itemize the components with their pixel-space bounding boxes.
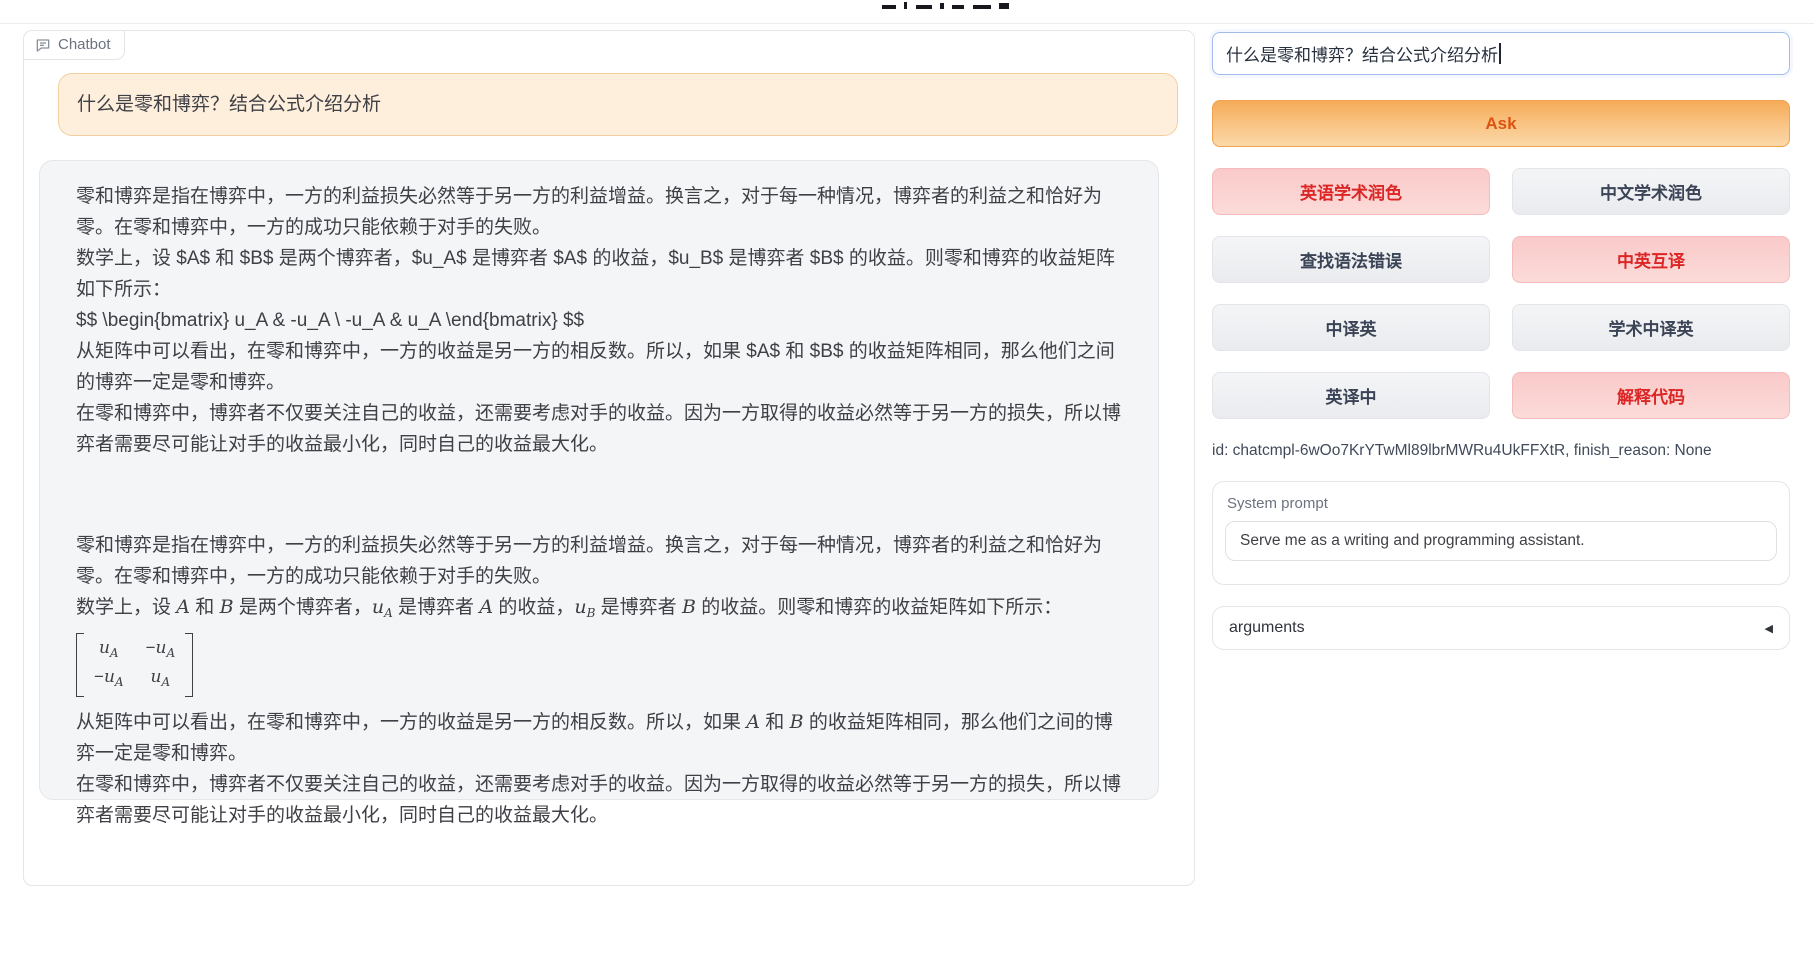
bot-rendered-paragraph: 在零和博弈中，博弈者不仅要关注自己的收益，还需要考虑对手的收益。因为一方取得的收…: [76, 769, 1122, 831]
bot-message-raw-markdown: 零和博弈是指在博弈中，一方的利益损失必然等于另一方的利益增益。换言之，对于每一种…: [76, 181, 1122, 460]
system-prompt-value: Serve me as a writing and programming as…: [1240, 532, 1585, 550]
bot-rendered-paragraph: 零和博弈是指在博弈中，一方的利益损失必然等于另一方的利益增益。换言之，对于每一种…: [76, 530, 1122, 592]
math-var: u: [372, 596, 384, 618]
chatbot-label: Chatbot: [24, 31, 125, 60]
quick-button-academic-zh-to-en[interactable]: 学术中译英: [1512, 304, 1790, 351]
system-prompt-label: System prompt: [1227, 495, 1777, 512]
quick-button-zh-to-en[interactable]: 中译英: [1212, 304, 1490, 351]
math-var: A: [746, 711, 760, 733]
user-message-text: 什么是零和博弈？结合公式介绍分析: [77, 89, 381, 120]
quick-button-explain-code[interactable]: 解释代码: [1512, 372, 1790, 419]
quick-button-zh-en-mutual-translate[interactable]: 中英互译: [1512, 236, 1790, 283]
math-var: B: [790, 711, 804, 733]
bot-message-bubble: 零和博弈是指在博弈中，一方的利益损失必然等于另一方的利益增益。换言之，对于每一种…: [39, 160, 1159, 800]
arguments-accordion-label: arguments: [1229, 619, 1305, 637]
math-var: A: [176, 596, 190, 618]
user-message-bubble: 什么是零和博弈？结合公式介绍分析: [58, 73, 1178, 136]
payoff-matrix: uA −uA −uA uA: [76, 633, 193, 697]
prompt-input[interactable]: 什么是零和博弈？结合公式介绍分析: [1212, 32, 1790, 75]
chatbot-label-text: Chatbot: [58, 36, 111, 53]
math-var: B: [220, 596, 234, 618]
matrix-cell: uA: [146, 666, 176, 693]
bot-rendered-math-paragraph: 数学上，设 A 和 B 是两个博弈者，uA 是博弈者 A 的收益，uB 是博弈者…: [76, 592, 1122, 629]
bot-raw-paragraph: 在零和博弈中，博弈者不仅要关注自己的收益，还需要考虑对手的收益。因为一方取得的收…: [76, 398, 1122, 460]
ask-button[interactable]: Ask: [1212, 100, 1790, 147]
arguments-accordion[interactable]: arguments ◀: [1212, 606, 1790, 650]
bot-raw-paragraph: 数学上，设 $A$ 和 $B$ 是两个博弈者，$u_A$ 是博弈者 $A$ 的收…: [76, 243, 1122, 305]
matrix-cell: −uA: [146, 637, 176, 664]
system-prompt-group: System prompt Serve me as a writing and …: [1212, 481, 1790, 585]
completion-status-line: id: chatcmpl-6wOo7KrYTwMl89lbrMWRu4UkFFX…: [1212, 442, 1790, 460]
matrix-left-bracket: [76, 633, 84, 697]
quick-button-en-to-zh[interactable]: 英译中: [1212, 372, 1490, 419]
math-var: u: [574, 596, 586, 618]
accordion-collapsed-arrow-icon: ◀: [1765, 622, 1773, 635]
top-divider: [0, 23, 1814, 24]
system-prompt-input[interactable]: Serve me as a writing and programming as…: [1225, 521, 1777, 561]
math-var: B: [682, 596, 696, 618]
quick-button-chinese-academic-polish[interactable]: 中文学术润色: [1512, 168, 1790, 215]
matrix-cell: −uA: [94, 666, 124, 693]
bot-raw-paragraph: 零和博弈是指在博弈中，一方的利益损失必然等于另一方的利益增益。换言之，对于每一种…: [76, 181, 1122, 243]
clipped-page-title: [878, 0, 1018, 9]
bot-rendered-paragraph: 从矩阵中可以看出，在零和博弈中，一方的收益是另一方的相反数。所以，如果 A 和 …: [76, 707, 1122, 769]
prompt-input-value: 什么是零和博弈？结合公式介绍分析: [1226, 41, 1498, 66]
matrix-cell: uA: [94, 637, 124, 664]
chatbot-panel: Chatbot 什么是零和博弈？结合公式介绍分析 零和博弈是指在博弈中，一方的利…: [23, 30, 1195, 886]
chat-bubble-icon: [35, 37, 51, 53]
bot-message-rendered: 零和博弈是指在博弈中，一方的利益损失必然等于另一方的利益增益。换言之，对于每一种…: [76, 530, 1122, 831]
math-var: A: [479, 596, 493, 618]
quick-button-find-grammar-errors[interactable]: 查找语法错误: [1212, 236, 1490, 283]
quick-button-english-academic-polish[interactable]: 英语学术润色: [1212, 168, 1490, 215]
text-cursor: [1499, 43, 1501, 64]
bot-raw-latex-line: $$ \begin{bmatrix} u_A & -u_A \ -u_A & u…: [76, 305, 1122, 336]
bot-raw-paragraph: 从矩阵中可以看出，在零和博弈中，一方的收益是另一方的相反数。所以，如果 $A$ …: [76, 336, 1122, 398]
matrix-right-bracket: [185, 633, 193, 697]
